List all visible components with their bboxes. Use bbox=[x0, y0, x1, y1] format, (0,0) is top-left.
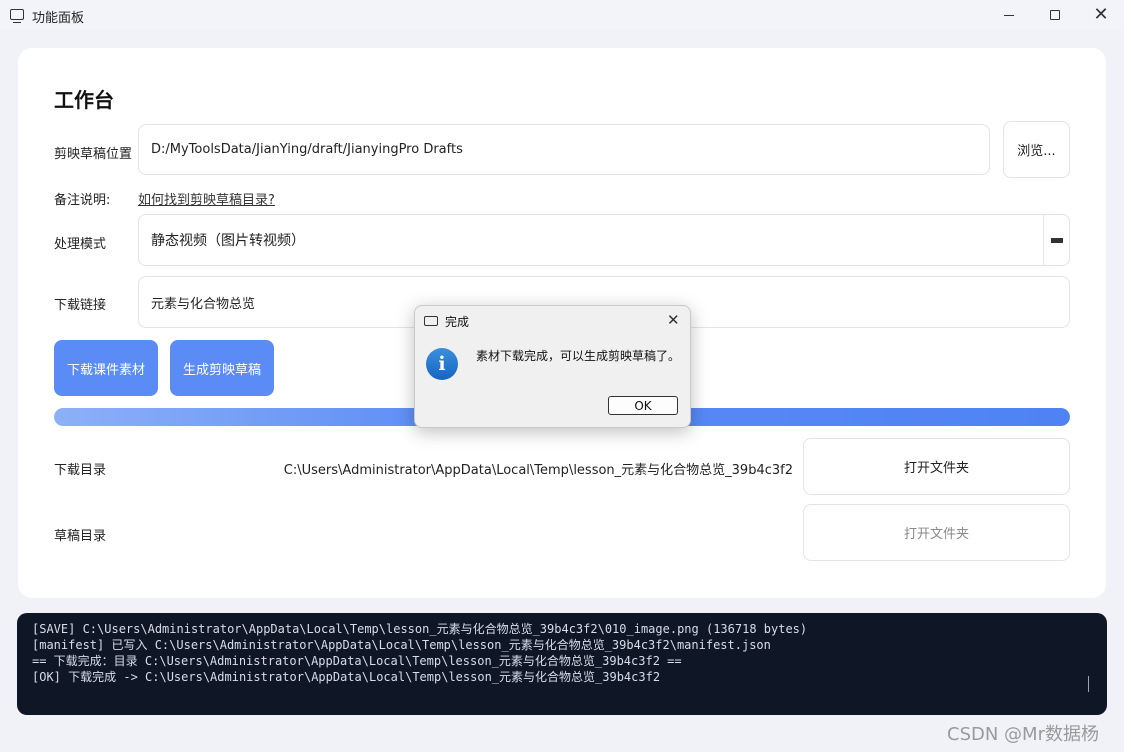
draft-location-value: D:/MyToolsData/JianYing/draft/JianyingPr… bbox=[151, 142, 463, 157]
window-title: 功能面板 bbox=[32, 11, 85, 26]
help-link[interactable]: 如何找到剪映草稿目录? bbox=[138, 189, 275, 208]
download-dir-path: C:\Users\Administrator\AppData\Local\Tem… bbox=[283, 463, 793, 478]
dialog-window-icon bbox=[424, 316, 438, 326]
close-icon: ✕ bbox=[1093, 4, 1109, 25]
close-button[interactable]: ✕ bbox=[1078, 0, 1124, 30]
open-draft-folder-button[interactable]: 打开文件夹 bbox=[803, 504, 1070, 561]
download-materials-button[interactable]: 下载课件素材 bbox=[54, 340, 158, 396]
completion-dialog: 完成 ✕ i 素材下载完成，可以生成剪映草稿了。 OK bbox=[414, 305, 691, 428]
log-line: [OK] 下载完成 -> C:\Users\Administrator\AppD… bbox=[32, 670, 661, 684]
draft-dir-label: 草稿目录 bbox=[54, 529, 107, 544]
download-link-label: 下载链接 bbox=[54, 298, 107, 313]
minimize-button[interactable] bbox=[986, 0, 1032, 30]
log-console[interactable]: [SAVE] C:\Users\Administrator\AppData\Lo… bbox=[17, 613, 1107, 715]
mode-select-value: 静态视频（图片转视频） bbox=[151, 233, 305, 249]
log-line: [manifest] 已写入 C:\Users\Administrator\Ap… bbox=[32, 638, 771, 652]
mode-label: 处理模式 bbox=[54, 237, 107, 252]
mode-select[interactable]: 静态视频（图片转视频） bbox=[138, 214, 1070, 266]
title-bar: 功能面板 ✕ bbox=[0, 0, 1124, 30]
maximize-button[interactable] bbox=[1032, 0, 1078, 30]
open-download-folder-button[interactable]: 打开文件夹 bbox=[803, 438, 1070, 495]
note-label: 备注说明: bbox=[54, 193, 111, 208]
maximize-icon bbox=[1050, 10, 1060, 20]
dialog-title: 完成 bbox=[445, 315, 470, 329]
window-app-icon bbox=[10, 9, 24, 23]
download-link-value: 元素与化合物总览 bbox=[151, 296, 256, 312]
text-cursor bbox=[1088, 676, 1089, 692]
log-line: == 下载完成：目录 C:\Users\Administrator\AppDat… bbox=[32, 654, 682, 668]
draft-location-label: 剪映草稿位置 bbox=[54, 147, 133, 162]
download-dir-label: 下载目录 bbox=[54, 463, 107, 478]
minimize-icon bbox=[1004, 14, 1014, 16]
dialog-message: 素材下载完成，可以生成剪映草稿了。 bbox=[476, 349, 681, 363]
generate-draft-button[interactable]: 生成剪映草稿 bbox=[170, 340, 274, 396]
page-title: 工作台 bbox=[54, 88, 114, 112]
draft-location-input[interactable]: D:/MyToolsData/JianYing/draft/JianyingPr… bbox=[138, 124, 990, 175]
browse-button[interactable]: 浏览... bbox=[1003, 121, 1070, 178]
log-line: [SAVE] C:\Users\Administrator\AppData\Lo… bbox=[32, 622, 808, 636]
info-icon: i bbox=[426, 348, 458, 380]
dialog-close-icon[interactable]: ✕ bbox=[667, 311, 680, 329]
watermark: CSDN @Mr数据杨 bbox=[947, 724, 1099, 745]
ok-button[interactable]: OK bbox=[608, 396, 678, 415]
dropdown-arrow-icon[interactable] bbox=[1043, 215, 1069, 265]
